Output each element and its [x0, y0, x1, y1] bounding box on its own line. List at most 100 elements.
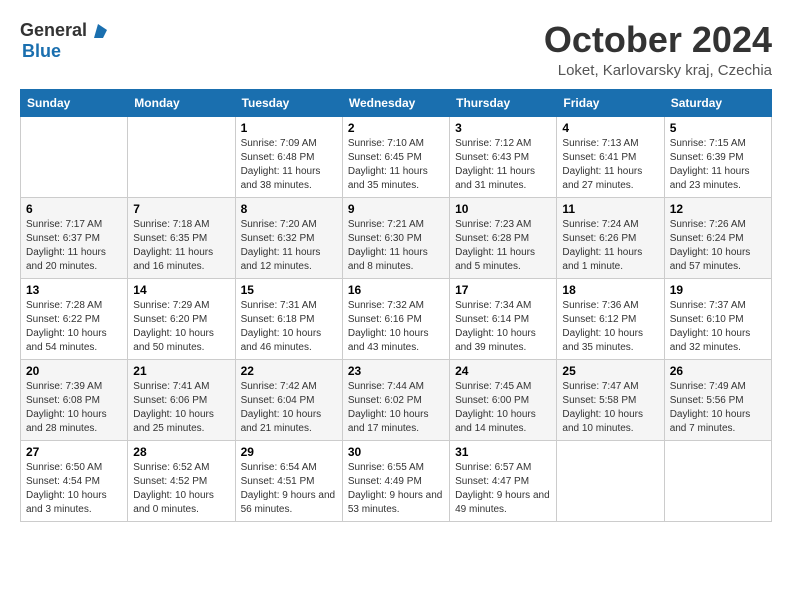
weekday-header: Sunday	[21, 89, 128, 116]
day-detail: Sunrise: 6:57 AM Sunset: 4:47 PM Dayligh…	[455, 461, 551, 517]
calendar-cell: 6 Sunrise: 7:17 AM Sunset: 6:37 PM Daylig…	[21, 197, 128, 278]
day-detail: Sunrise: 7:42 AM Sunset: 6:04 PM Dayligh…	[241, 380, 337, 436]
calendar-cell: 14 Sunrise: 7:29 AM Sunset: 6:20 PM Dayli…	[128, 278, 235, 359]
day-detail: Sunrise: 7:39 AM Sunset: 6:08 PM Dayligh…	[26, 380, 122, 436]
day-number: 5	[670, 121, 766, 135]
calendar-cell: 25Sunrise: 7:47 AM Sunset: 5:58 PM Dayli…	[557, 359, 664, 440]
day-number: 24	[455, 364, 551, 378]
day-number: 20	[26, 364, 122, 378]
day-number: 1	[241, 121, 337, 135]
day-number: 29	[241, 445, 337, 459]
calendar-cell	[21, 116, 128, 197]
calendar-cell: 12Sunrise: 7:26 AM Sunset: 6:24 PM Dayli…	[664, 197, 771, 278]
day-number: 30	[348, 445, 444, 459]
calendar-week-row: 27Sunrise: 6:50 AM Sunset: 4:54 PM Dayli…	[21, 440, 772, 521]
calendar-cell: 31Sunrise: 6:57 AM Sunset: 4:47 PM Dayli…	[450, 440, 557, 521]
day-detail: Sunrise: 7:49 AM Sunset: 5:56 PM Dayligh…	[670, 380, 766, 436]
day-detail: Sunrise: 7:20 AM Sunset: 6:32 PM Dayligh…	[241, 218, 337, 274]
logo-icon	[89, 22, 107, 40]
day-number: 9	[348, 202, 444, 216]
logo-general: General	[20, 20, 87, 41]
day-detail: Sunrise: 7:15 AM Sunset: 6:39 PM Dayligh…	[670, 137, 766, 193]
day-detail: Sunrise: 6:52 AM Sunset: 4:52 PM Dayligh…	[133, 461, 229, 517]
day-number: 23	[348, 364, 444, 378]
day-detail: Sunrise: 7:44 AM Sunset: 6:02 PM Dayligh…	[348, 380, 444, 436]
calendar-cell: 19 Sunrise: 7:37 AM Sunset: 6:10 PM Dayli…	[664, 278, 771, 359]
weekday-header: Monday	[128, 89, 235, 116]
calendar-cell: 16Sunrise: 7:32 AM Sunset: 6:16 PM Dayli…	[342, 278, 449, 359]
day-detail: Sunrise: 7:13 AM Sunset: 6:41 PM Dayligh…	[562, 137, 658, 193]
day-detail: Sunrise: 7:17 AM Sunset: 6:37 PM Dayligh…	[26, 218, 122, 274]
day-detail: Sunrise: 7:28 AM Sunset: 6:22 PM Dayligh…	[26, 299, 122, 355]
header: General Blue October 2024 Loket, Karlova…	[20, 20, 772, 79]
day-detail: Sunrise: 7:18 AM Sunset: 6:35 PM Dayligh…	[133, 218, 229, 274]
calendar-cell: 10 Sunrise: 7:23 AM Sunset: 6:28 PM Dayli…	[450, 197, 557, 278]
calendar-cell: 22 Sunrise: 7:42 AM Sunset: 6:04 PM Dayli…	[235, 359, 342, 440]
day-detail: Sunrise: 7:23 AM Sunset: 6:28 PM Dayligh…	[455, 218, 551, 274]
day-number: 10	[455, 202, 551, 216]
day-number: 18	[562, 283, 658, 297]
calendar-cell: 28 Sunrise: 6:52 AM Sunset: 4:52 PM Dayli…	[128, 440, 235, 521]
day-number: 3	[455, 121, 551, 135]
day-detail: Sunrise: 7:26 AM Sunset: 6:24 PM Dayligh…	[670, 218, 766, 274]
calendar-cell: 21Sunrise: 7:41 AM Sunset: 6:06 PM Dayli…	[128, 359, 235, 440]
day-number: 21	[133, 364, 229, 378]
day-number: 6	[26, 202, 122, 216]
day-detail: Sunrise: 7:29 AM Sunset: 6:20 PM Dayligh…	[133, 299, 229, 355]
day-number: 11	[562, 202, 658, 216]
weekday-header: Saturday	[664, 89, 771, 116]
location-title: Loket, Karlovarsky kraj, Czechia	[544, 62, 772, 79]
day-detail: Sunrise: 7:12 AM Sunset: 6:43 PM Dayligh…	[455, 137, 551, 193]
day-detail: Sunrise: 6:55 AM Sunset: 4:49 PM Dayligh…	[348, 461, 444, 517]
calendar-cell: 23 Sunrise: 7:44 AM Sunset: 6:02 PM Dayli…	[342, 359, 449, 440]
calendar-cell	[128, 116, 235, 197]
calendar-cell: 2Sunrise: 7:10 AM Sunset: 6:45 PM Daylig…	[342, 116, 449, 197]
calendar-header-row: SundayMondayTuesdayWednesdayThursdayFrid…	[21, 89, 772, 116]
day-number: 28	[133, 445, 229, 459]
day-number: 8	[241, 202, 337, 216]
weekday-header: Friday	[557, 89, 664, 116]
calendar: SundayMondayTuesdayWednesdayThursdayFrid…	[20, 89, 772, 522]
day-detail: Sunrise: 7:31 AM Sunset: 6:18 PM Dayligh…	[241, 299, 337, 355]
calendar-body: 1 Sunrise: 7:09 AM Sunset: 6:48 PM Daylig…	[21, 116, 772, 521]
day-number: 14	[133, 283, 229, 297]
logo: General Blue	[20, 20, 107, 62]
day-detail: Sunrise: 7:47 AM Sunset: 5:58 PM Dayligh…	[562, 380, 658, 436]
calendar-week-row: 6 Sunrise: 7:17 AM Sunset: 6:37 PM Daylig…	[21, 197, 772, 278]
day-number: 27	[26, 445, 122, 459]
day-detail: Sunrise: 7:09 AM Sunset: 6:48 PM Dayligh…	[241, 137, 337, 193]
logo-blue: Blue	[22, 41, 61, 61]
day-detail: Sunrise: 6:54 AM Sunset: 4:51 PM Dayligh…	[241, 461, 337, 517]
day-number: 16	[348, 283, 444, 297]
calendar-cell: 15 Sunrise: 7:31 AM Sunset: 6:18 PM Dayli…	[235, 278, 342, 359]
day-detail: Sunrise: 7:34 AM Sunset: 6:14 PM Dayligh…	[455, 299, 551, 355]
day-number: 17	[455, 283, 551, 297]
calendar-cell: 27Sunrise: 6:50 AM Sunset: 4:54 PM Dayli…	[21, 440, 128, 521]
calendar-cell: 18Sunrise: 7:36 AM Sunset: 6:12 PM Dayli…	[557, 278, 664, 359]
day-number: 13	[26, 283, 122, 297]
calendar-week-row: 13 Sunrise: 7:28 AM Sunset: 6:22 PM Dayli…	[21, 278, 772, 359]
calendar-cell: 30 Sunrise: 6:55 AM Sunset: 4:49 PM Dayli…	[342, 440, 449, 521]
calendar-cell: 13 Sunrise: 7:28 AM Sunset: 6:22 PM Dayli…	[21, 278, 128, 359]
calendar-cell: 3 Sunrise: 7:12 AM Sunset: 6:43 PM Daylig…	[450, 116, 557, 197]
day-number: 4	[562, 121, 658, 135]
weekday-header: Wednesday	[342, 89, 449, 116]
day-detail: Sunrise: 7:37 AM Sunset: 6:10 PM Dayligh…	[670, 299, 766, 355]
day-number: 22	[241, 364, 337, 378]
calendar-week-row: 20 Sunrise: 7:39 AM Sunset: 6:08 PM Dayli…	[21, 359, 772, 440]
calendar-cell: 26 Sunrise: 7:49 AM Sunset: 5:56 PM Dayli…	[664, 359, 771, 440]
calendar-cell: 9Sunrise: 7:21 AM Sunset: 6:30 PM Daylig…	[342, 197, 449, 278]
day-detail: Sunrise: 7:45 AM Sunset: 6:00 PM Dayligh…	[455, 380, 551, 436]
day-number: 15	[241, 283, 337, 297]
calendar-cell: 29 Sunrise: 6:54 AM Sunset: 4:51 PM Dayli…	[235, 440, 342, 521]
calendar-cell: 7Sunrise: 7:18 AM Sunset: 6:35 PM Daylig…	[128, 197, 235, 278]
calendar-cell: 20 Sunrise: 7:39 AM Sunset: 6:08 PM Dayli…	[21, 359, 128, 440]
day-number: 26	[670, 364, 766, 378]
day-number: 19	[670, 283, 766, 297]
calendar-cell: 24 Sunrise: 7:45 AM Sunset: 6:00 PM Dayli…	[450, 359, 557, 440]
calendar-cell: 8 Sunrise: 7:20 AM Sunset: 6:32 PM Daylig…	[235, 197, 342, 278]
day-detail: Sunrise: 7:10 AM Sunset: 6:45 PM Dayligh…	[348, 137, 444, 193]
calendar-cell: 11Sunrise: 7:24 AM Sunset: 6:26 PM Dayli…	[557, 197, 664, 278]
calendar-cell: 5 Sunrise: 7:15 AM Sunset: 6:39 PM Daylig…	[664, 116, 771, 197]
calendar-cell: 4 Sunrise: 7:13 AM Sunset: 6:41 PM Daylig…	[557, 116, 664, 197]
